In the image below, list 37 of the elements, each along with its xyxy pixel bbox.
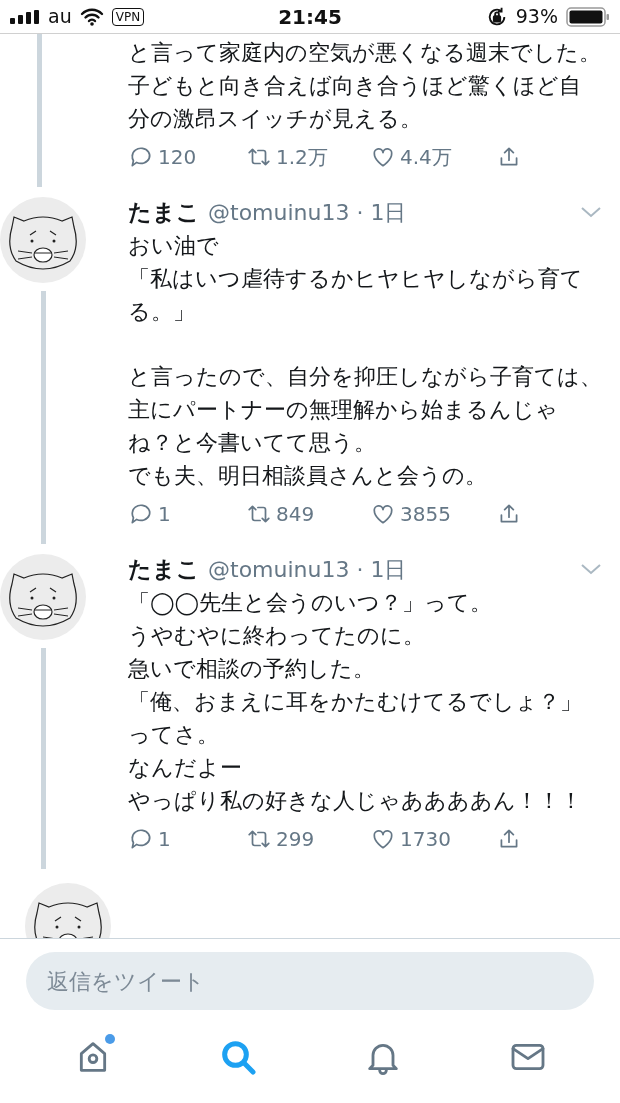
retweet-count: 1.2万 — [276, 144, 328, 171]
wifi-icon — [79, 7, 104, 26]
tweet-text: おい油で — [128, 232, 220, 260]
vpn-badge: VPN — [111, 7, 145, 26]
reply-field[interactable]: 返信をツイート — [26, 952, 594, 1010]
signal-icon — [10, 9, 40, 24]
tweet-text: なんだよー — [128, 754, 243, 782]
reply-count: 120 — [158, 144, 197, 171]
clock-time: 21:45 — [277, 3, 343, 31]
like-count: 3855 — [400, 501, 451, 528]
tweet-meta: @tomuinu13 · 1日 — [208, 555, 407, 584]
author-name[interactable]: たまこ — [128, 194, 200, 230]
tweet-text: と言って家庭内の空気が悪くなる週末でした。 — [128, 39, 602, 67]
tweet-meta: @tomuinu13 · 1日 — [208, 198, 407, 227]
reply-icon[interactable] — [128, 826, 154, 852]
author-name[interactable]: たまこ — [128, 551, 200, 587]
like-count: 1730 — [400, 826, 451, 853]
tweet-text: 急いで相談の予約した。 — [128, 655, 376, 683]
tweet-text: やっぱり私の好きな人じゃああああん！！！ — [128, 787, 583, 815]
reply-count: 1 — [158, 501, 171, 528]
reply-icon[interactable] — [128, 501, 154, 527]
retweet-count: 849 — [276, 501, 315, 528]
carrier-label: au — [48, 4, 72, 30]
battery-icon — [566, 6, 610, 27]
tweet-text: 「俺、おまえに耳をかたむけてるでしょ？」 — [128, 688, 583, 716]
tweet-text: 「◯◯先生と会うのいつ？」って。 — [128, 589, 494, 618]
battery-percent: 93% — [515, 4, 558, 30]
like-count: 4.4万 — [400, 144, 452, 171]
tweet-text: 子どもと向き合えば向き合うほど驚くほど自分の激昂スイッチが見える。 — [128, 72, 582, 133]
reply-count: 1 — [158, 826, 171, 853]
reply-icon[interactable] — [128, 144, 154, 170]
retweet-count: 299 — [276, 826, 315, 853]
tweet-text: ってさ。 — [128, 721, 220, 749]
tweet-text: と言ったので、自分を抑圧しながら子育ては、主にパートナーの無理解から始まるんじゃね？と今書いてて思う。 — [128, 363, 602, 457]
tweet-text: 「私はいつ虐待するかヒヤヒヤしながら育てる。」 — [128, 265, 584, 326]
tweet-text: うやむやに終わってたのに。 — [128, 622, 426, 650]
tweet-text: でも夫、明日相談員さんと会うの。 — [128, 462, 488, 490]
